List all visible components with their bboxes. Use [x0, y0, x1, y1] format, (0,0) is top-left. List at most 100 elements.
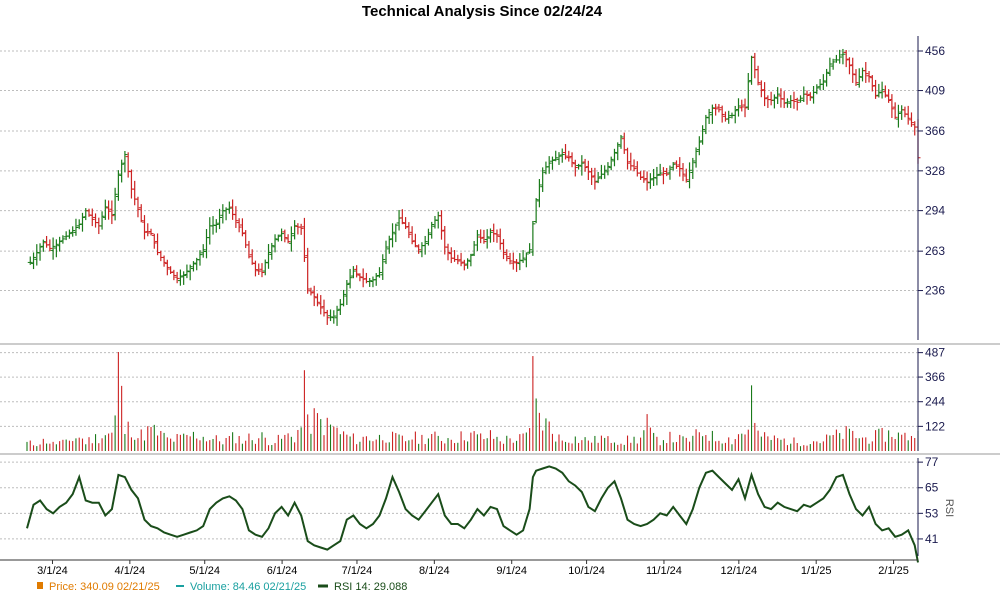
ohlc-bar — [285, 234, 291, 244]
ohlc-bar — [266, 244, 272, 269]
ohlc-bar — [367, 277, 373, 287]
ohlc-bar — [448, 247, 454, 264]
ohlc-bar — [445, 243, 451, 261]
ohlc-bar — [696, 136, 702, 156]
ohlc-bar — [886, 89, 892, 103]
ohlc-bar — [664, 167, 670, 177]
ohlc-bar — [536, 179, 542, 208]
ohlc-bar — [595, 171, 601, 184]
ohlc-bar — [295, 223, 301, 235]
ohlc-bar — [843, 50, 849, 68]
ohlc-bar — [484, 229, 490, 249]
ohlc-bar — [693, 147, 699, 168]
ohlc-bar — [765, 95, 771, 108]
ohlc-bar — [520, 250, 526, 263]
ohlc-bar — [902, 106, 908, 118]
ohlc-bar — [213, 219, 219, 233]
x-tick-label: 10/1/24 — [568, 565, 605, 577]
ohlc-bar — [706, 108, 712, 124]
ohlc-bar — [837, 49, 843, 64]
ohlc-bar — [791, 91, 797, 109]
ohlc-bar — [530, 220, 536, 256]
ohlc-bar — [608, 156, 614, 171]
x-tick-label: 5/1/24 — [189, 565, 220, 577]
ohlc-bar — [298, 223, 304, 235]
ohlc-bar — [618, 134, 624, 149]
ohlc-bar — [863, 62, 869, 83]
ohlc-bar — [187, 264, 193, 281]
ohlc-bar — [660, 167, 666, 185]
ohlc-bar — [79, 212, 85, 232]
ohlc-bar — [912, 121, 918, 136]
ohlc-bar — [83, 208, 89, 221]
ohlc-bar — [314, 293, 320, 307]
ohlc-bar — [99, 211, 105, 230]
ohlc-bar — [869, 75, 875, 92]
ohlc-bar — [471, 240, 477, 257]
ohlc-bar — [204, 229, 210, 259]
ohlc-bar — [422, 235, 428, 255]
x-axis: 3/1/24 4/1/24 5/1/24 6/1/24 7/1/24 8/1/24 9/1/… — [37, 560, 909, 577]
ohlc-bar — [432, 215, 438, 229]
legend-price-swatch — [37, 582, 43, 589]
price-tick-label: 263 — [925, 244, 945, 258]
ohlc-bar — [53, 239, 59, 258]
ohlc-bar — [899, 105, 905, 120]
x-tick-label: 3/1/24 — [37, 565, 68, 577]
ohlc-bar — [155, 233, 161, 256]
ohlc-bar — [288, 226, 294, 252]
ohlc-bar — [824, 68, 830, 87]
rsi-tick-label: 53 — [925, 506, 939, 520]
ohlc-bar — [66, 229, 72, 239]
x-tick-label: 2/1/25 — [878, 565, 909, 577]
volume-y-ticks: 487 366 244 122 — [918, 346, 945, 433]
rsi-y-ticks: 77 65 53 41 — [918, 455, 939, 546]
ohlc-bar — [576, 163, 582, 170]
ohlc-bar — [481, 229, 487, 244]
ohlc-bar — [360, 268, 366, 288]
ohlc-bar — [895, 104, 901, 128]
ohlc-bar — [328, 309, 334, 322]
ohlc-bar — [647, 173, 653, 189]
ohlc-bar — [598, 164, 604, 180]
price-tick-label: 328 — [925, 164, 945, 178]
ohlc-bar — [106, 200, 112, 220]
ohlc-bar — [478, 229, 484, 244]
rsi-panel: 77 65 53 41 RSI — [0, 455, 955, 563]
ohlc-bar — [638, 171, 644, 181]
ohlc-bar — [559, 148, 565, 163]
ohlc-bar — [709, 104, 715, 124]
axis-lines — [0, 36, 1000, 561]
ohlc-bar — [651, 168, 657, 187]
ohlc-bar — [429, 221, 435, 239]
ohlc-bar — [425, 228, 431, 246]
ohlc-bar — [383, 240, 389, 265]
x-tick-label: 7/1/24 — [342, 565, 373, 577]
volume-tick-label: 122 — [925, 419, 945, 433]
ohlc-bar — [350, 266, 356, 279]
ohlc-bar — [128, 169, 134, 199]
price-gridlines — [0, 50, 918, 292]
ohlc-bar — [272, 234, 278, 253]
ohlc-bar — [491, 223, 497, 243]
ohlc-bar — [768, 91, 774, 106]
price-y-ticks: 456 409 366 328 294 263 236 — [918, 44, 945, 298]
ohlc-bar — [814, 84, 820, 95]
ohlc-bar — [347, 268, 353, 289]
ohlc-bar — [396, 209, 402, 231]
ohlc-bar — [233, 206, 239, 228]
x-tick-label: 12/1/24 — [720, 565, 757, 577]
ohlc-bar — [719, 105, 725, 123]
ohlc-bar — [461, 259, 467, 271]
ohlc-bar — [860, 67, 866, 82]
ohlc-bar — [582, 158, 588, 172]
rsi-tick-label: 41 — [925, 532, 939, 546]
ohlc-bar — [657, 163, 663, 176]
x-tick-label: 9/1/24 — [496, 565, 527, 577]
ohlc-bar — [135, 196, 141, 218]
ohlc-bar — [556, 152, 562, 165]
chart-title: Technical Analysis Since 02/24/24 — [362, 3, 603, 20]
ohlc-bar — [742, 98, 748, 118]
ohlc-bar — [778, 88, 784, 108]
ohlc-bar — [546, 156, 552, 174]
